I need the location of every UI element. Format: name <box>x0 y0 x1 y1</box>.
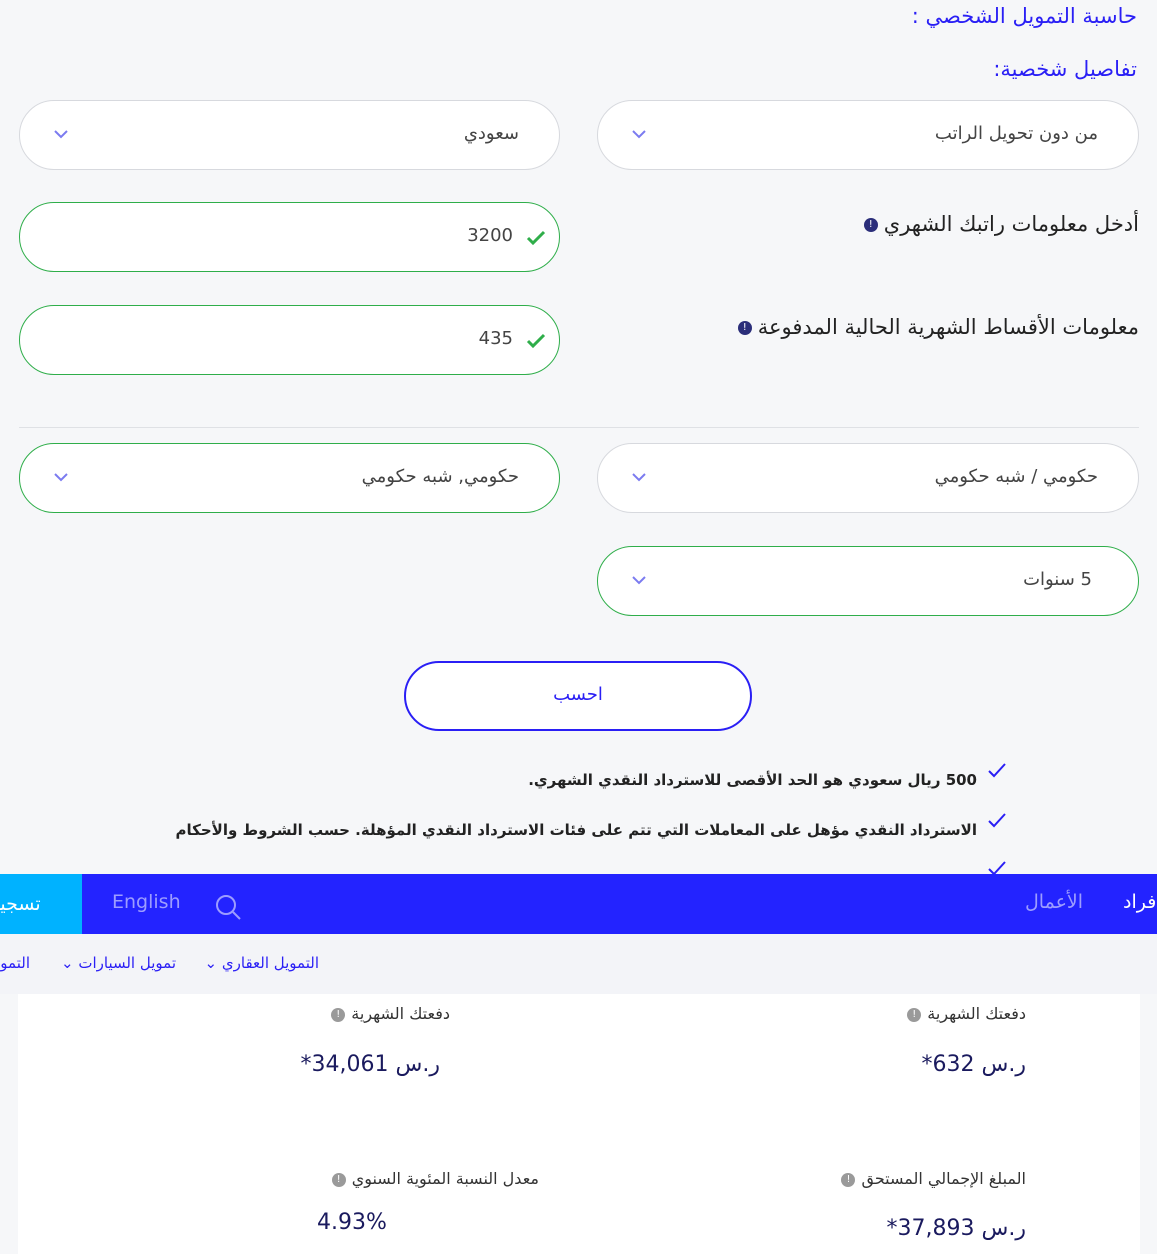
result-label: دفعتك الشهرية! <box>331 1004 450 1023</box>
chevron-down-icon <box>54 130 68 139</box>
installments-input[interactable]: 435 <box>19 305 560 375</box>
result-value: ر.س 37,893* <box>886 1216 1026 1241</box>
installments-value: 435 <box>478 328 513 349</box>
top-navbar: تسجيل English الأعمال أفراد <box>0 874 1157 934</box>
nav-individuals[interactable]: أفراد <box>1123 891 1157 913</box>
chevron-down-icon <box>54 473 68 482</box>
salary-value: 3200 <box>467 225 513 246</box>
check-icon <box>988 813 1006 828</box>
installments-label: معلومات الأقساط الشهرية الحالية المدفوعة… <box>737 315 1139 339</box>
chevron-down-icon <box>632 473 646 482</box>
check-icon <box>526 333 546 349</box>
page-title: حاسبة التمويل الشخصي : <box>911 4 1137 28</box>
result-label: المبلغ الإجمالي المستحق! <box>841 1169 1026 1188</box>
employer-select[interactable]: حكومي, شبه حكومي <box>19 443 560 513</box>
subnav-label: تمويل السيارات <box>78 954 176 972</box>
subnav-real-estate[interactable]: التمويل العقاري ⌄ <box>205 954 319 972</box>
info-icon[interactable]: ! <box>737 321 752 335</box>
subnav-auto[interactable]: تمويل السيارات ⌄ <box>61 954 176 972</box>
subnav-label: التمويل العقاري <box>221 954 319 972</box>
info-icon[interactable]: ! <box>863 218 878 232</box>
result-value: 4.93% <box>317 1210 387 1235</box>
bullet-text: 500 ريال سعودي هو الحد الأقصى للاسترداد … <box>528 771 977 789</box>
result-label-text: المبلغ الإجمالي المستحق <box>861 1169 1026 1188</box>
employer-value: حكومي, شبه حكومي <box>361 466 519 487</box>
check-icon <box>526 230 546 246</box>
result-label-text: دفعتك الشهرية <box>351 1004 450 1023</box>
result-label: دفعتك الشهرية! <box>907 1004 1026 1023</box>
tenure-select[interactable]: 5 سنوات <box>597 546 1139 616</box>
tenure-value: 5 سنوات <box>1023 569 1092 590</box>
search-icon[interactable] <box>214 893 242 921</box>
result-label-text: معدل النسبة المئوية السنوي <box>351 1169 539 1188</box>
info-icon[interactable]: ! <box>331 1172 346 1187</box>
salary-transfer-value: من دون تحويل الراتب <box>934 123 1098 144</box>
result-value: ر.س 632* <box>921 1052 1026 1077</box>
chevron-down-icon <box>632 576 646 585</box>
info-icon[interactable]: ! <box>841 1172 856 1187</box>
subnav-finance[interactable]: التمويل <box>0 954 30 972</box>
salary-label-text: أدخل معلومات راتبك الشهري <box>883 212 1139 236</box>
calculate-button[interactable]: احسب <box>404 661 752 731</box>
register-button[interactable]: تسجيل <box>0 874 82 934</box>
register-label: تسجيل <box>0 893 41 915</box>
installments-label-text: معلومات الأقساط الشهرية الحالية المدفوعة <box>757 315 1139 339</box>
section-title: تفاصيل شخصية: <box>993 57 1137 81</box>
salary-input[interactable]: 3200 <box>19 202 560 272</box>
nav-business[interactable]: الأعمال <box>1025 891 1083 913</box>
info-icon[interactable]: ! <box>331 1007 346 1022</box>
nationality-select[interactable]: سعودي <box>19 100 560 170</box>
sector-select[interactable]: حكومي / شبه حكومي <box>597 443 1139 513</box>
nationality-value: سعودي <box>463 123 519 144</box>
salary-transfer-select[interactable]: من دون تحويل الراتب <box>597 100 1139 170</box>
results-card: دفعتك الشهرية! ر.س 632* دفعتك الشهرية! ر… <box>18 994 1140 1254</box>
divider <box>19 427 1139 428</box>
sector-value: حكومي / شبه حكومي <box>934 466 1098 487</box>
info-icon[interactable]: ! <box>907 1007 922 1022</box>
result-label-text: دفعتك الشهرية <box>927 1004 1026 1023</box>
check-icon <box>988 763 1006 778</box>
result-value: ر.س 34,061* <box>300 1052 440 1077</box>
language-link[interactable]: English <box>112 891 181 913</box>
chevron-down-icon <box>632 130 646 139</box>
result-label: معدل النسبة المئوية السنوي! <box>331 1169 539 1188</box>
salary-label: أدخل معلومات راتبك الشهري! <box>863 212 1139 236</box>
bullet-text: الاسترداد النقدي مؤهل على المعاملات التي… <box>175 821 978 839</box>
sub-navbar: التمويل العقاري ⌄ تمويل السيارات ⌄ التمو… <box>0 934 1157 994</box>
